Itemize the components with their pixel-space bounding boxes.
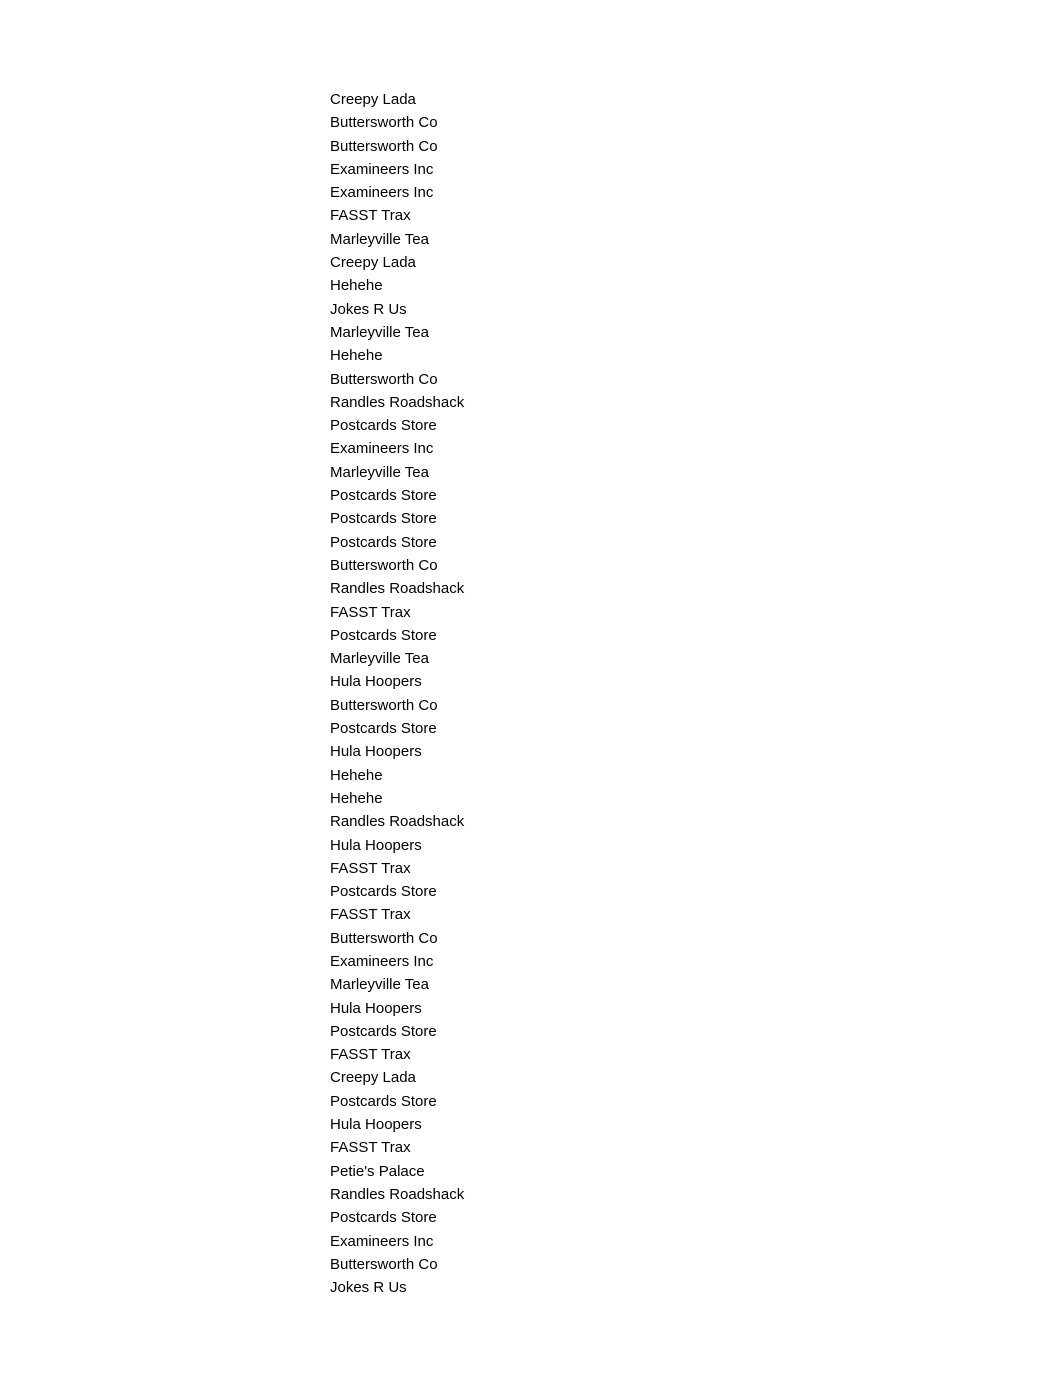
list-item: Buttersworth Co [330, 111, 464, 134]
list-item: Marleyville Tea [330, 228, 464, 251]
list-item: Creepy Lada [330, 88, 464, 111]
list-item: Examineers Inc [330, 950, 464, 973]
list-item: Randles Roadshack [330, 391, 464, 414]
list-item: Buttersworth Co [330, 554, 464, 577]
list-item: Postcards Store [330, 1020, 464, 1043]
list-item: Postcards Store [330, 484, 464, 507]
list-item: Hula Hoopers [330, 740, 464, 763]
list-item: Buttersworth Co [330, 368, 464, 391]
list-item: Examineers Inc [330, 181, 464, 204]
list-item: Postcards Store [330, 880, 464, 903]
list-item: Postcards Store [330, 624, 464, 647]
list-item: Hula Hoopers [330, 670, 464, 693]
text-list: Creepy LadaButtersworth CoButtersworth C… [330, 88, 464, 1299]
list-item: Examineers Inc [330, 1230, 464, 1253]
list-item: Petie's Palace [330, 1160, 464, 1183]
list-item: Randles Roadshack [330, 810, 464, 833]
list-item: Hehehe [330, 344, 464, 367]
list-item: Jokes R Us [330, 298, 464, 321]
list-item: Buttersworth Co [330, 1253, 464, 1276]
list-item: Postcards Store [330, 1090, 464, 1113]
list-item: Marleyville Tea [330, 647, 464, 670]
list-item: Creepy Lada [330, 1066, 464, 1089]
list-item: Examineers Inc [330, 437, 464, 460]
list-item: FASST Trax [330, 903, 464, 926]
list-item: FASST Trax [330, 204, 464, 227]
list-item: Hula Hoopers [330, 834, 464, 857]
list-item: Hula Hoopers [330, 1113, 464, 1136]
list-item: Buttersworth Co [330, 135, 464, 158]
list-item: Buttersworth Co [330, 694, 464, 717]
list-item: Marleyville Tea [330, 321, 464, 344]
list-item: Randles Roadshack [330, 1183, 464, 1206]
list-item: FASST Trax [330, 1043, 464, 1066]
list-item: FASST Trax [330, 857, 464, 880]
list-item: Hehehe [330, 274, 464, 297]
list-item: Randles Roadshack [330, 577, 464, 600]
list-item: Postcards Store [330, 414, 464, 437]
list-item: Hula Hoopers [330, 997, 464, 1020]
list-item: Postcards Store [330, 717, 464, 740]
list-item: Postcards Store [330, 531, 464, 554]
list-item: Jokes R Us [330, 1276, 464, 1299]
list-item: FASST Trax [330, 1136, 464, 1159]
list-item: Postcards Store [330, 507, 464, 530]
list-item: Postcards Store [330, 1206, 464, 1229]
list-item: Marleyville Tea [330, 973, 464, 996]
list-item: FASST Trax [330, 601, 464, 624]
list-item: Examineers Inc [330, 158, 464, 181]
list-item: Buttersworth Co [330, 927, 464, 950]
list-item: Creepy Lada [330, 251, 464, 274]
list-item: Marleyville Tea [330, 461, 464, 484]
list-item: Hehehe [330, 787, 464, 810]
list-item: Hehehe [330, 764, 464, 787]
